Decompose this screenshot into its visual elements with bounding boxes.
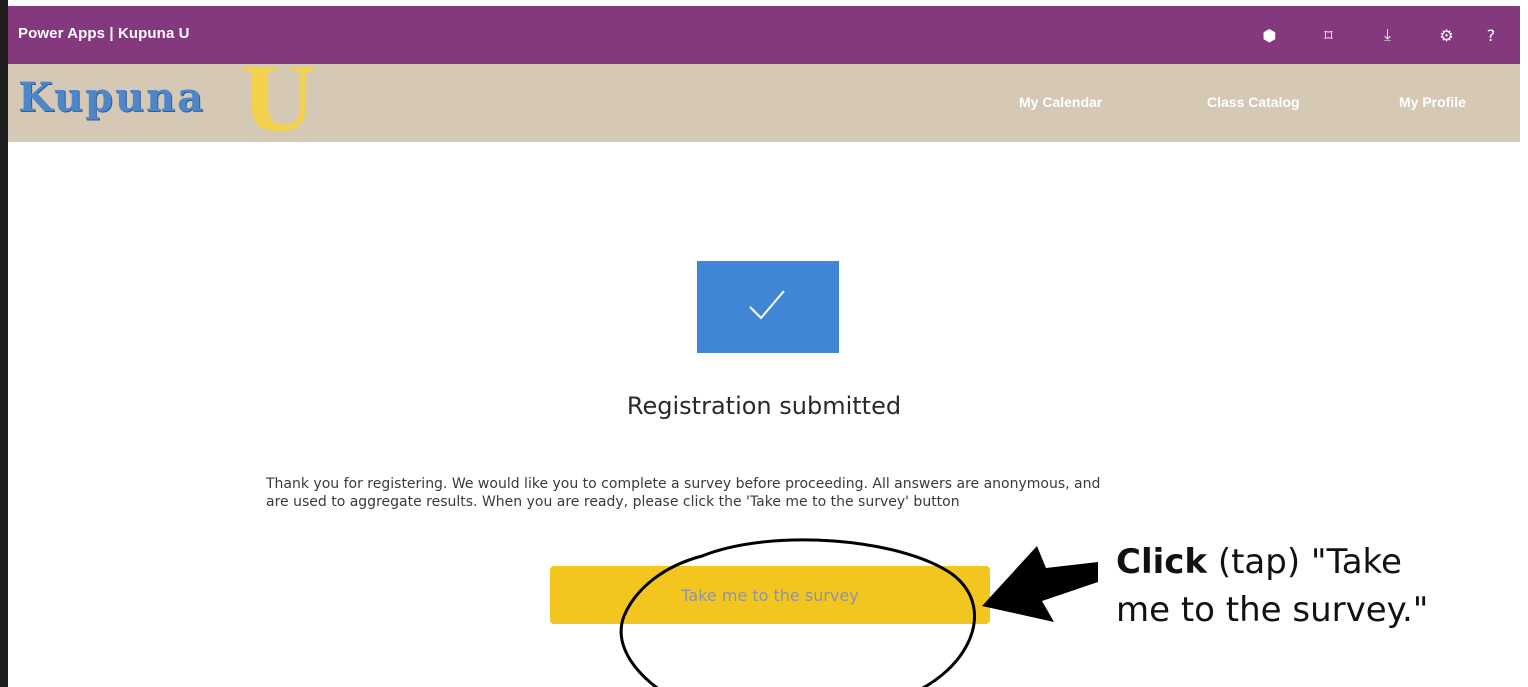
take-survey-button[interactable]: Take me to the survey [550, 566, 990, 624]
callout-line-1: Click (tap) "Take [1116, 538, 1516, 586]
callout-rest: (tap) "Take [1207, 542, 1402, 582]
settings-icon[interactable]: ⚙ [1417, 21, 1476, 49]
power-apps-titlebar: Power Apps | Kupuna U ⬢ ⌑ ⤓ ⚙ ? [8, 6, 1520, 64]
logo-letter: U [241, 50, 316, 151]
logo-text: Kupuna [18, 74, 206, 121]
nav-class-catalog[interactable]: Class Catalog [1207, 94, 1300, 110]
teams-icon[interactable]: ⬢ [1240, 21, 1299, 49]
nav-my-profile[interactable]: My Profile [1399, 94, 1466, 110]
app-frame: Power Apps | Kupuna U ⬢ ⌑ ⤓ ⚙ ? U Kupuna… [0, 0, 1528, 687]
app-header: U Kupuna My Calendar Class Catalog My Pr… [8, 58, 1520, 144]
instruction-callout: Click (tap) "Take me to the survey." [1116, 538, 1516, 634]
app-title: Power Apps | Kupuna U [18, 25, 190, 42]
checkmark-icon [749, 290, 785, 320]
confirmation-message: Thank you for registering. We would like… [266, 475, 1296, 511]
left-edge [0, 0, 8, 687]
callout-bold: Click [1116, 542, 1208, 582]
message-line-2: are used to aggregate results. When you … [266, 494, 960, 510]
download-icon[interactable]: ⤓ [1358, 21, 1417, 49]
message-line-1: Thank you for registering. We would like… [266, 476, 1101, 492]
callout-line-2: me to the survey." [1116, 590, 1429, 630]
titlebar-icons: ⬢ ⌑ ⤓ ⚙ ? [1240, 21, 1506, 49]
kupuna-u-logo[interactable]: U Kupuna [16, 58, 346, 144]
success-tile [697, 261, 839, 353]
confirmation-heading: Registration submitted [626, 392, 902, 420]
fit-screen-icon[interactable]: ⌑ [1299, 21, 1358, 49]
help-icon[interactable]: ? [1476, 21, 1506, 49]
nav-my-calendar[interactable]: My Calendar [1019, 94, 1102, 110]
